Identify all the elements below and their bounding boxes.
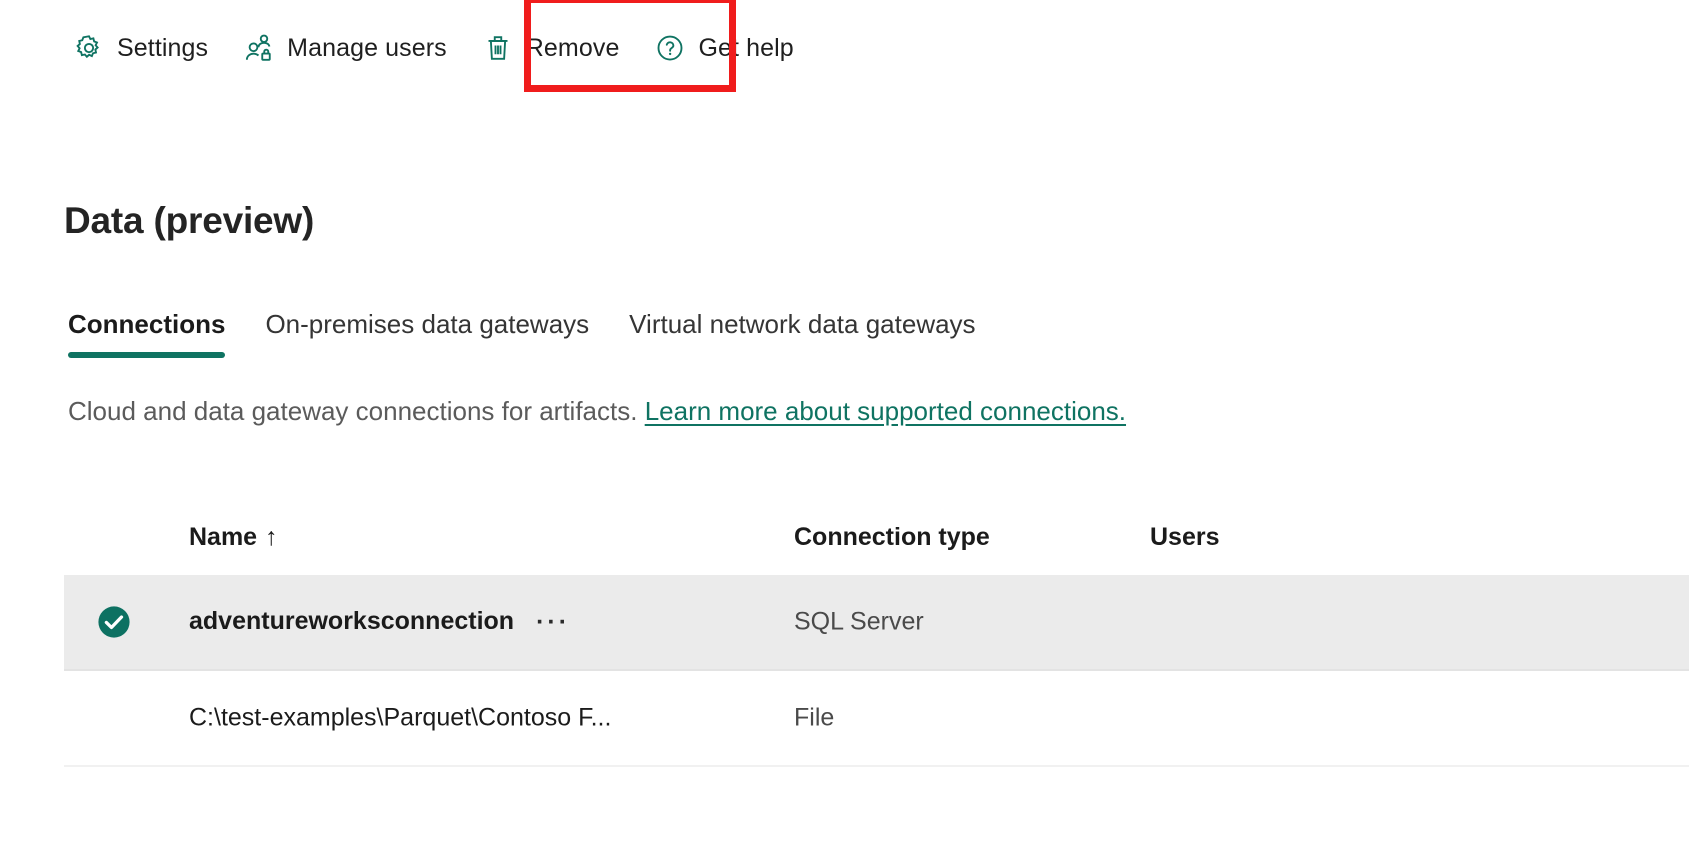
tab-connections-label: Connections [68,309,225,339]
question-circle-icon [655,33,685,63]
column-header-users[interactable]: Users [1150,523,1220,552]
row-more-options-icon[interactable]: ··· [536,608,570,637]
sort-ascending-icon: ↑ [265,523,278,551]
trash-icon [483,33,513,63]
column-header-name-label: Name [189,523,257,551]
cell-name[interactable]: C:\test-examples\Parquet\Contoso F... [189,704,633,733]
toolbar-label-settings: Settings [117,34,208,63]
command-toolbar: Settings Manage users Remove [60,22,816,74]
tab-virtual-network-data-gateways-label: Virtual network data gateways [629,309,975,339]
toolbar-label-get-help: Get help [698,34,793,63]
toolbar-label-manage-users: Manage users [287,34,447,63]
page-title: Data (preview) [64,200,314,242]
toolbar-label-remove: Remove [526,34,620,63]
toolbar-button-settings[interactable]: Settings [60,23,230,73]
toolbar-button-remove[interactable]: Remove [469,23,642,73]
table-row[interactable]: adventureworksconnection ··· SQL Server [64,575,1689,671]
connections-table: Name ↑ Connection type Users adventurewor… [64,505,1689,767]
section-description-text: Cloud and data gateway connections for a… [68,396,637,426]
column-header-name[interactable]: Name ↑ [189,523,278,552]
tab-virtual-network-data-gateways[interactable]: Virtual network data gateways [623,303,1009,360]
row-selected-check-icon[interactable] [97,605,131,639]
manage-users-icon [244,33,274,63]
table-row[interactable]: C:\test-examples\Parquet\Contoso F... Fi… [64,671,1689,767]
gear-icon [74,33,104,63]
tab-on-premises-data-gateways-label: On-premises data gateways [265,309,589,339]
cell-connection-type: File [794,704,834,733]
section-description: Cloud and data gateway connections for a… [68,396,1126,427]
tab-connections[interactable]: Connections [62,303,259,360]
toolbar-button-get-help[interactable]: Get help [641,23,815,73]
learn-more-link[interactable]: Learn more about supported connections. [645,396,1126,426]
cell-connection-type: SQL Server [794,608,924,637]
cell-name-text: C:\test-examples\Parquet\Contoso F... [189,704,611,732]
table-header-row: Name ↑ Connection type Users [64,505,1689,575]
tab-active-underline [68,352,225,358]
tab-bar: Connections On-premises data gateways Vi… [62,303,1010,360]
cell-name[interactable]: adventureworksconnection ··· [189,607,570,637]
toolbar-button-manage-users[interactable]: Manage users [230,23,469,73]
column-header-connection-type[interactable]: Connection type [794,523,990,552]
cell-name-text: adventureworksconnection [189,607,514,635]
tab-on-premises-data-gateways[interactable]: On-premises data gateways [259,303,623,360]
